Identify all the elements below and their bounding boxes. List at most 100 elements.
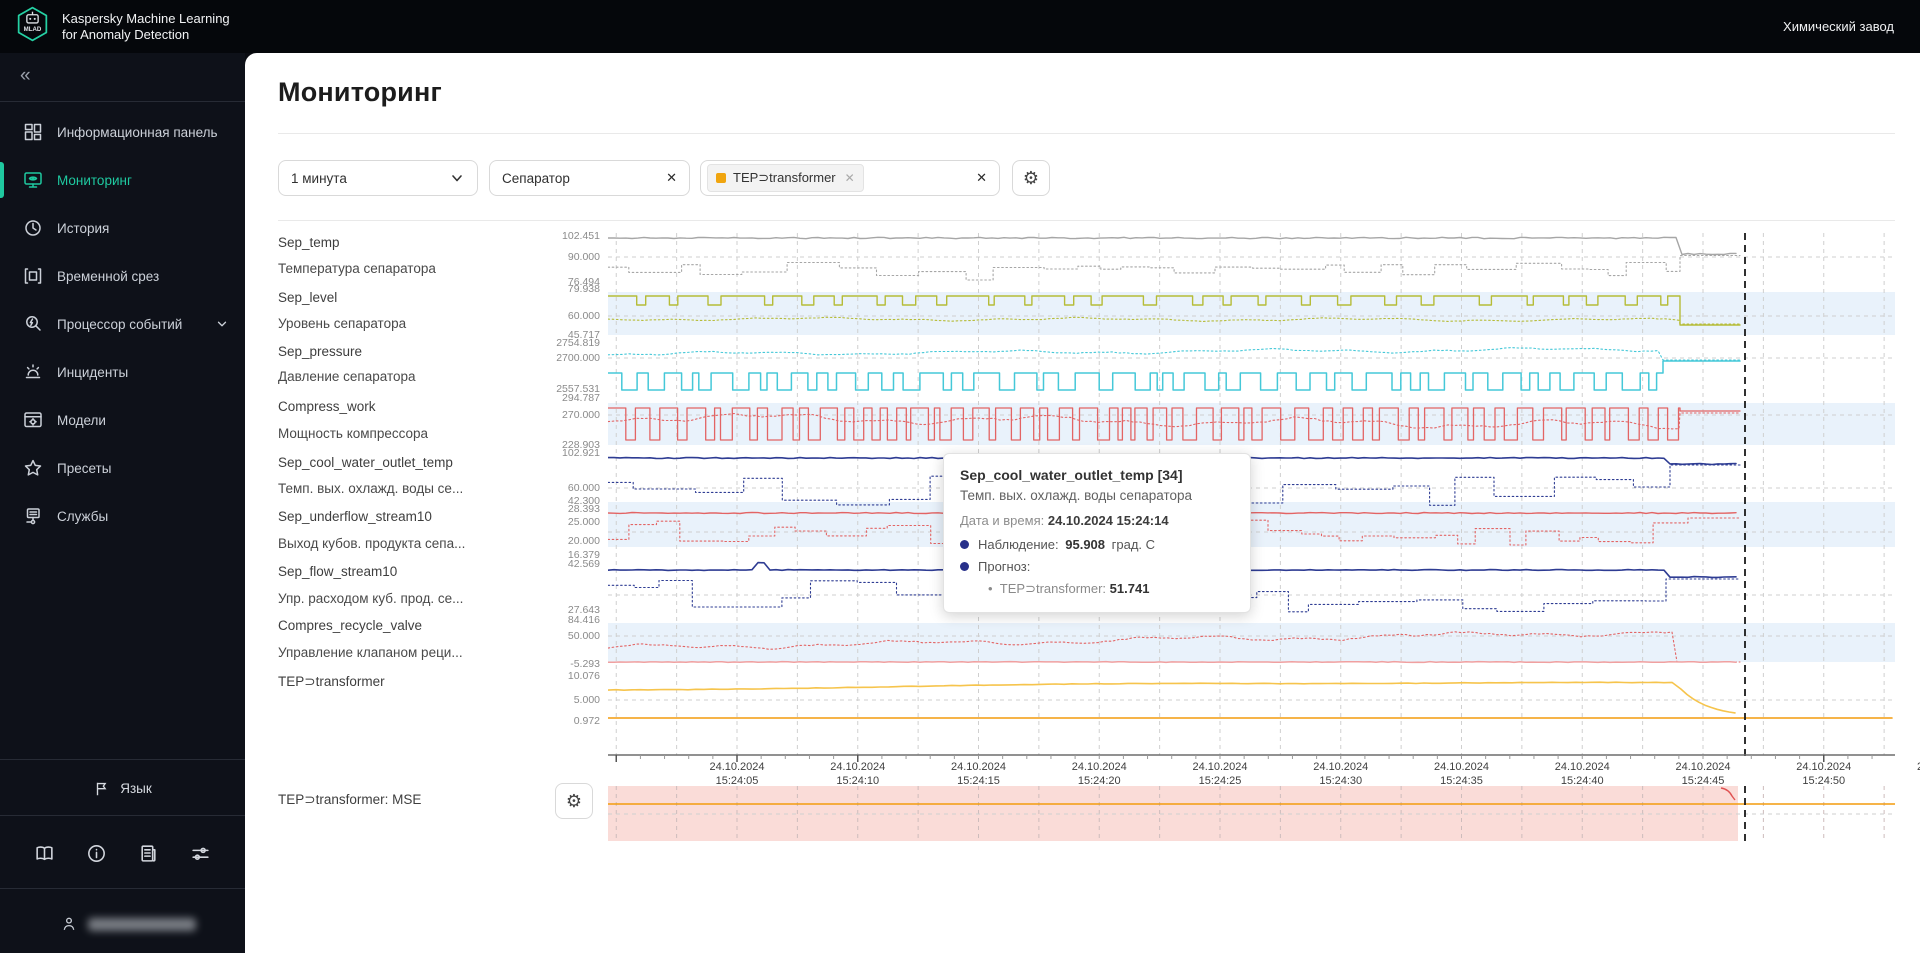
- signal-name[interactable]: Sep_flow_stream10: [278, 564, 578, 579]
- group-filter-input[interactable]: Сепаратор ✕: [489, 160, 690, 196]
- signal-name[interactable]: TEP⊃transformer: [278, 674, 578, 690]
- plant-selector[interactable]: Химический завод: [1783, 19, 1894, 34]
- signal-name[interactable]: Compress_work: [278, 399, 578, 414]
- model-color-swatch: [716, 173, 726, 183]
- documentation-icon[interactable]: [30, 839, 59, 868]
- models-icon: [22, 409, 44, 431]
- sidebar-item-label: Модели: [57, 412, 106, 428]
- history-icon: [22, 217, 44, 239]
- clear-models-icon[interactable]: ✕: [976, 170, 987, 186]
- sidebar-divider: [0, 101, 245, 102]
- app-title: Kaspersky Machine Learning for Anomaly D…: [62, 10, 230, 42]
- sidebar-item-label: Временной срез: [57, 268, 160, 284]
- sidebar-menu: Информационная панель Мониторинг История Вр…: [0, 108, 245, 540]
- x-tick-label: 24.10.2024 15:24:30: [1313, 761, 1369, 787]
- signal-description: Уровень сепаратора: [278, 316, 407, 331]
- y-tick-label: 0.972: [573, 715, 600, 727]
- x-tick-label: 24.10.2024 15:24:15: [950, 761, 1007, 787]
- sidebar-item-monitoring[interactable]: Мониторинг: [0, 156, 245, 204]
- sidebar-footer-icons: [0, 822, 245, 884]
- clear-group-icon[interactable]: ✕: [666, 170, 677, 186]
- interval-select[interactable]: 1 минута: [278, 160, 478, 196]
- signal-description: Температура сепаратора: [278, 261, 436, 276]
- whats-new-icon[interactable]: [134, 839, 163, 868]
- y-tick-label: -5.293: [570, 658, 600, 670]
- model-filter-input[interactable]: TEP⊃transformer ✕ ✕: [700, 160, 1000, 196]
- y-tick-label: 60.000: [567, 482, 600, 494]
- events-icon: [22, 313, 44, 335]
- x-tick-label: 24.10.2024 15:24:25: [1192, 761, 1248, 787]
- mse-chart[interactable]: [608, 786, 1895, 851]
- signal-name[interactable]: Sep_underflow_stream10: [278, 509, 578, 524]
- y-tick-label: 20.000: [567, 535, 600, 547]
- sidebar-item-dashboard[interactable]: Информационная панель: [0, 108, 245, 156]
- timeslice-icon: [22, 265, 44, 287]
- y-tick-label: 5.000: [573, 694, 600, 706]
- flag-icon: [97, 782, 107, 795]
- sidebar-item-services[interactable]: Службы: [0, 492, 245, 540]
- x-tick-label: 24.10.2024 15:24:50: [1796, 761, 1852, 787]
- filter-divider: [278, 220, 1895, 221]
- mse-settings-button[interactable]: ⚙: [555, 783, 593, 819]
- y-tick-label: 60.000: [567, 310, 600, 322]
- sidebar-item-label: История: [57, 220, 110, 236]
- signal-name[interactable]: Compres_recycle_valve: [278, 618, 578, 633]
- x-tick-label: 24.10.2024 15:24:10: [830, 761, 886, 787]
- signal-name[interactable]: Sep_pressure: [278, 344, 578, 359]
- signal-description: Выход кубов. продукта сепа...: [278, 536, 466, 551]
- observation-dot-icon: [960, 540, 969, 549]
- sidebar: « Информационная панель Мониторинг История…: [0, 53, 245, 953]
- gear-icon: ⚙: [565, 790, 583, 811]
- user-email-blurred: [88, 917, 196, 931]
- about-icon[interactable]: [82, 839, 111, 868]
- signal-name[interactable]: Sep_cool_water_outlet_temp: [278, 455, 578, 470]
- user-account[interactable]: [0, 895, 245, 953]
- y-tick-label: 2700.000: [556, 352, 600, 364]
- monitoring-icon: [22, 169, 44, 191]
- language-button[interactable]: Язык: [0, 766, 245, 811]
- signal-description: Темп. вых. охлажд. воды се...: [278, 481, 464, 496]
- signal-description: Упр. расходом куб. прод. се...: [278, 591, 464, 606]
- model-tag-chip[interactable]: TEP⊃transformer ✕: [707, 164, 864, 192]
- y-tick-label: 84.416: [567, 614, 600, 626]
- title-divider: [278, 133, 1895, 134]
- sidebar-item-label: Пресеты: [57, 460, 112, 476]
- chart-tooltip: Sep_cool_water_outlet_temp [34] Темп. вы…: [943, 453, 1251, 613]
- sidebar-item-label: Инциденты: [57, 364, 129, 380]
- dashboard-icon: [22, 121, 44, 143]
- sidebar-collapse-button[interactable]: «: [0, 53, 245, 97]
- sidebar-item-events[interactable]: Процессор событий: [0, 300, 245, 348]
- user-icon: [63, 917, 75, 930]
- sidebar-item-models[interactable]: Модели: [0, 396, 245, 444]
- signal-name[interactable]: Sep_temp: [278, 235, 578, 250]
- sidebar-item-label: Службы: [57, 508, 109, 524]
- y-tick-label: 2754.819: [556, 337, 600, 349]
- sidebar-item-incidents[interactable]: Инциденты: [0, 348, 245, 396]
- sidebar-item-presets[interactable]: Пресеты: [0, 444, 245, 492]
- y-tick-label: 79.938: [567, 283, 600, 295]
- chevron-down-icon: [449, 170, 465, 186]
- presets-icon: [22, 457, 44, 479]
- signal-description: Мощность компрессора: [278, 426, 429, 441]
- x-tick-label: 24.10.202415:24:55: [1908, 761, 1920, 788]
- y-tick-label: 28.393: [567, 503, 600, 515]
- sidebar-item-timeslice[interactable]: Временной срез: [0, 252, 245, 300]
- sidebar-item-history[interactable]: История: [0, 204, 245, 252]
- remove-tag-icon[interactable]: ✕: [845, 171, 855, 185]
- sidebar-item-label: Процессор событий: [57, 316, 183, 332]
- preferences-icon[interactable]: [186, 839, 215, 868]
- x-tick-label: 24.10.2024 15:24:40: [1554, 761, 1610, 787]
- incidents-icon: [22, 361, 44, 383]
- y-tick-label: 42.569: [567, 558, 600, 570]
- sidebar-item-label: Информационная панель: [57, 124, 218, 140]
- sidebar-footer: Язык: [0, 755, 245, 953]
- x-tick-label: 24.10.2024 15:24:05: [709, 761, 765, 787]
- monitoring-chart[interactable]: [607, 233, 1895, 768]
- main-content: Мониторинг 1 минута Сепаратор ✕ TEP⊃tran…: [245, 53, 1920, 953]
- signal-name[interactable]: Sep_level: [278, 290, 578, 305]
- chart-settings-button[interactable]: ⚙: [1012, 160, 1050, 196]
- sidebar-item-label: Мониторинг: [57, 172, 132, 188]
- mse-label: TEP⊃transformer: MSE: [278, 792, 422, 807]
- tooltip-subtitle: Темп. вых. охлажд. воды сепаратора: [960, 488, 1193, 503]
- signal-description: Управление клапаном реци...: [278, 645, 463, 660]
